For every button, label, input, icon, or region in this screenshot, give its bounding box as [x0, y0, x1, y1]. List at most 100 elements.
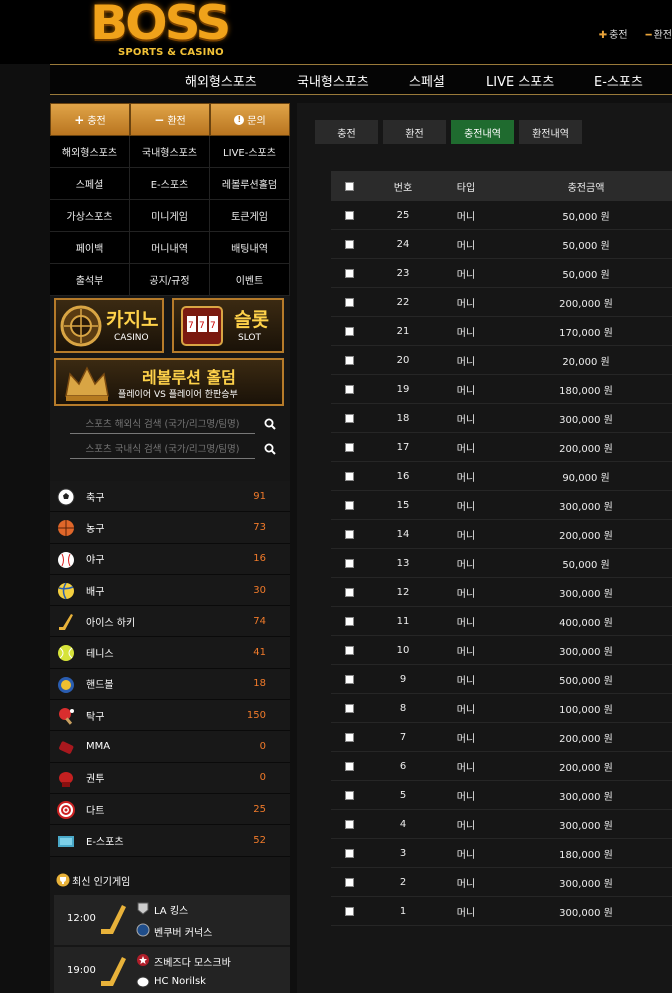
table-row[interactable]: 14 머니 200,000 원	[331, 520, 672, 549]
row-checkbox[interactable]	[344, 703, 354, 713]
row-checkbox[interactable]	[344, 819, 354, 829]
row-checkbox[interactable]	[344, 297, 354, 307]
sport-row[interactable]: 야구 16	[50, 543, 290, 575]
table-row[interactable]: 20 머니 20,000 원	[331, 346, 672, 375]
tab-withdraw[interactable]: 환전	[383, 120, 446, 144]
table-row[interactable]: 19 머니 180,000 원	[331, 375, 672, 404]
sport-row[interactable]: 테니스 41	[50, 637, 290, 669]
row-checkbox[interactable]	[344, 906, 354, 916]
menu-event[interactable]: 이벤트	[210, 264, 290, 296]
table-row[interactable]: 8 머니 100,000 원	[331, 694, 672, 723]
search-icon[interactable]	[264, 418, 276, 430]
tab-deposit-history[interactable]: 충전내역	[451, 120, 514, 144]
overseas-search-input[interactable]	[70, 416, 255, 434]
row-checkbox[interactable]	[344, 732, 354, 742]
menu-revolution-holdem[interactable]: 레볼루션홀덤	[210, 168, 290, 200]
menu-esports[interactable]: E-스포츠	[130, 168, 210, 200]
sport-row[interactable]: 아이스 하키 74	[50, 606, 290, 638]
table-row[interactable]: 18 머니 300,000 원	[331, 404, 672, 433]
menu-notice-rules[interactable]: 공지/규정	[130, 264, 210, 296]
popular-game-row[interactable]: 12:00 LA 킹스 벤쿠버 커넉스	[54, 895, 290, 945]
deposit-button[interactable]: + 충전	[50, 103, 130, 136]
table-row[interactable]: 25 머니 50,000 원	[331, 201, 672, 230]
nav-overseas-sports[interactable]: 해외형스포츠	[185, 71, 257, 90]
table-row[interactable]: 24 머니 50,000 원	[331, 230, 672, 259]
menu-overseas-sports[interactable]: 해외형스포츠	[50, 136, 130, 168]
nav-special[interactable]: 스페셜	[409, 71, 445, 90]
logo[interactable]: BOSS SPORTS & CASINO	[90, 0, 260, 62]
table-row[interactable]: 5 머니 300,000 원	[331, 781, 672, 810]
table-row[interactable]: 21 머니 170,000 원	[331, 317, 672, 346]
holdem-banner[interactable]: 레볼루션 홀덤 플레이어 VS 플레이어 한판승부	[54, 358, 284, 406]
table-row[interactable]: 1 머니 300,000 원	[331, 897, 672, 926]
table-row[interactable]: 10 머니 300,000 원	[331, 636, 672, 665]
table-row[interactable]: 22 머니 200,000 원	[331, 288, 672, 317]
row-checkbox[interactable]	[344, 384, 354, 394]
table-row[interactable]: 13 머니 50,000 원	[331, 549, 672, 578]
table-row[interactable]: 17 머니 200,000 원	[331, 433, 672, 462]
row-checkbox[interactable]	[344, 210, 354, 220]
row-checkbox[interactable]	[344, 355, 354, 365]
menu-live-sports[interactable]: LIVE-스포츠	[210, 136, 290, 168]
table-row[interactable]: 16 머니 90,000 원	[331, 462, 672, 491]
table-row[interactable]: 4 머니 300,000 원	[331, 810, 672, 839]
sport-row[interactable]: 다트 25	[50, 793, 290, 826]
tab-withdraw-history[interactable]: 환전내역	[519, 120, 582, 144]
row-checkbox[interactable]	[344, 761, 354, 771]
top-deposit-link[interactable]: ✚ 충전	[599, 26, 628, 41]
row-checkbox[interactable]	[344, 645, 354, 655]
row-checkbox[interactable]	[344, 326, 354, 336]
popular-game-row[interactable]: 19:00 즈베즈다 모스크바 HC Norilsk	[54, 947, 290, 993]
sport-row[interactable]: 축구 91	[50, 481, 290, 513]
row-checkbox[interactable]	[344, 413, 354, 423]
casino-banner[interactable]: 카지노 CASINO	[54, 298, 164, 353]
row-checkbox[interactable]	[344, 268, 354, 278]
menu-token-game[interactable]: 토큰게임	[210, 200, 290, 232]
row-checkbox[interactable]	[344, 587, 354, 597]
row-checkbox[interactable]	[344, 558, 354, 568]
nav-domestic-sports[interactable]: 국내형스포츠	[297, 71, 369, 90]
search-icon[interactable]	[264, 443, 276, 455]
sport-row[interactable]: 배구 30	[50, 574, 290, 607]
row-checkbox[interactable]	[344, 529, 354, 539]
menu-bet-history[interactable]: 배팅내역	[210, 232, 290, 264]
row-checkbox[interactable]	[344, 848, 354, 858]
domestic-search-input[interactable]	[70, 441, 255, 459]
menu-virtual-sports[interactable]: 가상스포츠	[50, 200, 130, 232]
table-row[interactable]: 11 머니 400,000 원	[331, 607, 672, 636]
row-checkbox[interactable]	[344, 500, 354, 510]
slot-banner[interactable]: 7 7 7 슬롯 SLOT	[172, 298, 284, 353]
menu-payback[interactable]: 페이백	[50, 232, 130, 264]
row-checkbox[interactable]	[344, 790, 354, 800]
row-checkbox[interactable]	[344, 616, 354, 626]
table-row[interactable]: 15 머니 300,000 원	[331, 491, 672, 520]
inquiry-button[interactable]: ! 문의	[210, 103, 290, 136]
table-row[interactable]: 3 머니 180,000 원	[331, 839, 672, 868]
tab-deposit[interactable]: 충전	[315, 120, 378, 144]
sport-row[interactable]: E-스포츠 52	[50, 825, 290, 857]
nav-esports[interactable]: E-스포츠	[594, 71, 643, 90]
table-row[interactable]: 6 머니 200,000 원	[331, 752, 672, 781]
sport-row[interactable]: 권투 0	[50, 762, 290, 794]
table-row[interactable]: 9 머니 500,000 원	[331, 665, 672, 694]
menu-attendance[interactable]: 출석부	[50, 264, 130, 296]
menu-special[interactable]: 스페셜	[50, 168, 130, 200]
menu-minigame[interactable]: 미니게임	[130, 200, 210, 232]
sport-row[interactable]: MMA 0	[50, 731, 290, 763]
row-checkbox[interactable]	[344, 442, 354, 452]
row-checkbox[interactable]	[344, 471, 354, 481]
row-checkbox[interactable]	[344, 239, 354, 249]
withdraw-button[interactable]: − 환전	[130, 103, 210, 136]
top-withdraw-link[interactable]: ━ 환전	[646, 26, 672, 41]
row-checkbox[interactable]	[344, 877, 354, 887]
table-row[interactable]: 12 머니 300,000 원	[331, 578, 672, 607]
sport-row[interactable]: 핸드볼 18	[50, 668, 290, 701]
table-row[interactable]: 23 머니 50,000 원	[331, 259, 672, 288]
table-row[interactable]: 7 머니 200,000 원	[331, 723, 672, 752]
row-checkbox[interactable]	[344, 674, 354, 684]
select-all-checkbox[interactable]	[344, 181, 354, 191]
nav-live-sports[interactable]: LIVE 스포츠	[486, 71, 554, 90]
sport-row[interactable]: 농구 73	[50, 512, 290, 544]
table-row[interactable]: 2 머니 300,000 원	[331, 868, 672, 897]
menu-money-history[interactable]: 머니내역	[130, 232, 210, 264]
